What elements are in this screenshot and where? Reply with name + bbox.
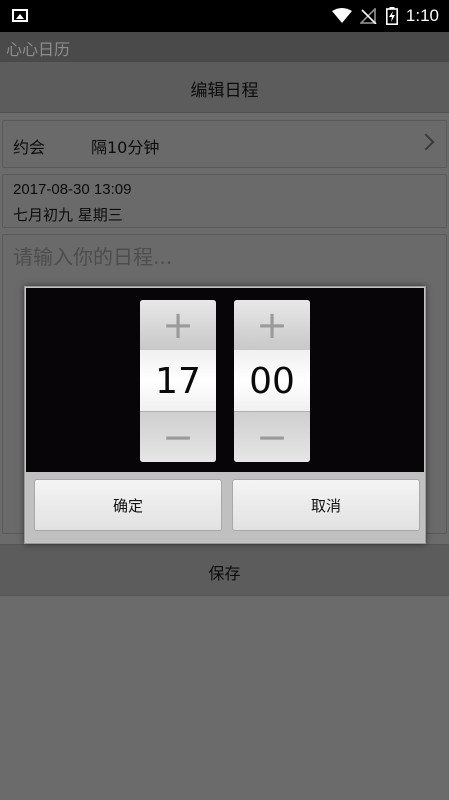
reminder-value: 隔10分钟: [91, 138, 160, 157]
minute-picker: + 00 −: [234, 300, 310, 462]
app-bar: 心心日历: [0, 32, 449, 62]
hour-increment-button[interactable]: +: [140, 300, 216, 351]
hour-value[interactable]: 17: [140, 350, 216, 412]
confirm-button[interactable]: 确定: [34, 479, 222, 531]
image-icon: [12, 9, 28, 22]
note-placeholder: 请输入你的日程...: [13, 245, 173, 269]
status-icons: 1:10: [331, 0, 439, 32]
page-title: 编辑日程: [190, 81, 259, 101]
schedule-type-label: 约会: [13, 138, 46, 157]
minute-value[interactable]: 00: [234, 350, 310, 412]
header-bar: 编辑日程: [0, 62, 449, 113]
dialog-actions: 确定 取消: [26, 472, 424, 542]
save-label: 保存: [208, 564, 241, 583]
hour-decrement-button[interactable]: −: [140, 411, 216, 462]
save-button[interactable]: 保存: [0, 544, 449, 596]
reminder-row[interactable]: 约会 隔10分钟: [2, 120, 447, 168]
date-row[interactable]: 2017-08-30 13:09 七月初九 星期三: [2, 174, 447, 228]
hour-picker: + 17 −: [140, 300, 216, 462]
minute-decrement-button[interactable]: −: [234, 411, 310, 462]
no-signal-icon: [359, 8, 377, 24]
wifi-icon: [331, 8, 352, 23]
battery-charging-icon: [385, 7, 398, 25]
cancel-button[interactable]: 取消: [232, 479, 420, 531]
minute-increment-button[interactable]: +: [234, 300, 310, 351]
status-time: 1:10: [405, 6, 439, 25]
lunar-date-text: 七月初九 星期三: [13, 206, 123, 224]
status-bar: 1:10: [0, 0, 449, 32]
datetime-text: 2017-08-30 13:09: [13, 181, 132, 198]
time-picker-dialog: + 17 − + 00 − 确定 取消: [24, 286, 426, 544]
time-picker-body: + 17 − + 00 −: [26, 288, 424, 472]
chevron-right-icon: [417, 133, 435, 151]
app-title: 心心日历: [6, 40, 71, 59]
